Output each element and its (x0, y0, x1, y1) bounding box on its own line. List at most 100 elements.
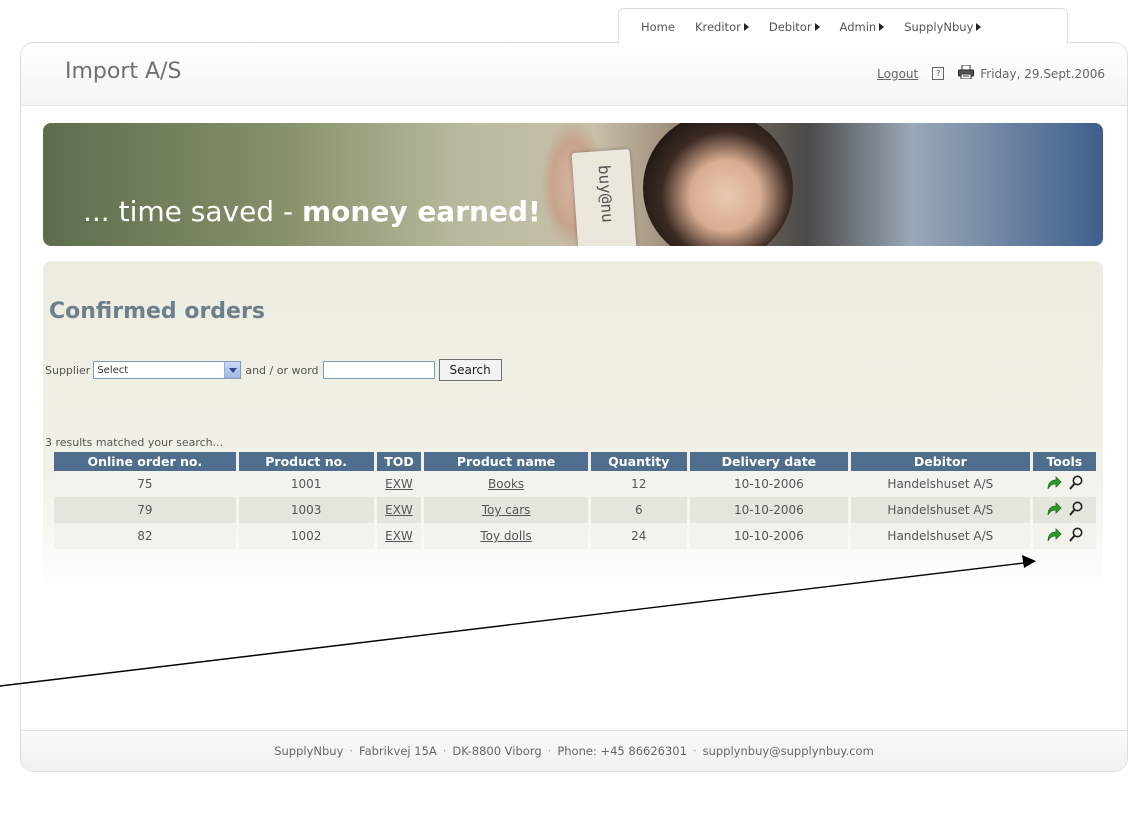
nav-item-supplynbuy[interactable]: SupplyNbuy (904, 19, 982, 34)
nav-item-label: Home (641, 19, 675, 34)
hero-banner: buy@nu ... time saved - money earned! (43, 123, 1103, 246)
word-label: and / or word (245, 363, 319, 377)
quantity-cell: 12 (590, 471, 687, 497)
printer-icon[interactable] (958, 64, 975, 82)
quantity-cell: 24 (590, 523, 687, 549)
footer-phone: Phone: +45 86626301 (557, 744, 687, 758)
content-panel: Confirmed orders Supplier Select and / o… (43, 261, 1103, 601)
tod-cell: EXW (376, 471, 422, 497)
banner-card-image: buy@nu (571, 149, 637, 246)
tod-link[interactable]: EXW (385, 503, 413, 517)
word-search-input[interactable] (322, 361, 435, 379)
magnifier-icon[interactable] (1068, 527, 1083, 545)
main-frame: Import A/S Logout ? Friday, 29.Sept.2006… (20, 42, 1128, 772)
current-date: Friday, 29.Sept.2006 (980, 66, 1105, 81)
footer-email[interactable]: supplynbuy@supplynbuy.com (703, 744, 874, 758)
magnifier-icon[interactable] (1068, 501, 1083, 519)
tools-cell (1032, 497, 1096, 523)
product-name-link[interactable]: Toy dolls (480, 529, 531, 543)
tod-link[interactable]: EXW (385, 477, 413, 491)
logout-link[interactable]: Logout (877, 67, 918, 81)
search-button[interactable]: Search (438, 359, 502, 381)
delivery-date-cell: 10-10-2006 (689, 471, 848, 497)
banner-card-logo: buy@nu (594, 164, 618, 224)
nav-item-label: Kreditor (694, 19, 741, 34)
help-icon[interactable]: ? (932, 67, 945, 80)
banner-slogan: ... time saved - money earned! (83, 195, 541, 228)
banner-slogan-bold: money earned! (301, 195, 541, 228)
nav-item-admin[interactable]: Admin (840, 20, 885, 34)
arrow-right-icon (743, 22, 749, 31)
nav-item-label: SupplyNbuy (904, 19, 974, 34)
footer-company: SupplyNbuy (274, 744, 344, 758)
footer-street: Fabrikvej 15A (359, 744, 437, 758)
debitor-cell: Handelshuset A/S (851, 497, 1030, 523)
product-no-cell: 1002 (238, 523, 374, 549)
column-header[interactable]: TOD (376, 452, 422, 471)
delivery-date-cell: 10-10-2006 (689, 523, 848, 549)
banner-slogan-regular: ... time saved - (83, 195, 302, 228)
footer-separator: · (547, 744, 552, 758)
order-no-cell: 79 (54, 497, 236, 523)
supplier-select[interactable]: Select (93, 361, 242, 379)
footer-city: DK-8800 Viborg (452, 744, 542, 758)
tools-cell (1032, 523, 1096, 549)
column-header[interactable]: Quantity (590, 452, 687, 471)
debitor-cell: Handelshuset A/S (851, 523, 1030, 549)
company-title: Import A/S (65, 59, 182, 84)
page-title: Confirmed orders (49, 299, 265, 324)
top-navigation: Home Kreditor Debitor Admin SupplyNbuy (618, 8, 1068, 44)
search-form: Supplier Select and / or word Search (45, 359, 502, 381)
tools-cell (1032, 471, 1096, 497)
tod-cell: EXW (376, 497, 422, 523)
header-bar: Import A/S Logout ? Friday, 29.Sept.2006 (21, 43, 1127, 106)
quantity-cell: 6 (590, 497, 687, 523)
product-name-cell: Books (424, 471, 588, 497)
supplier-label: Supplier (45, 363, 91, 377)
nav-item-label: Admin (839, 19, 877, 34)
arrow-right-icon (976, 22, 982, 31)
header-tools: Logout ? Friday, 29.Sept.2006 (877, 64, 1105, 82)
tod-link[interactable]: EXW (385, 529, 413, 543)
order-no-cell: 82 (54, 523, 236, 549)
column-header[interactable]: Product no. (238, 452, 374, 471)
supplier-select-value: Select (97, 364, 129, 376)
column-header[interactable]: Delivery date (689, 452, 848, 471)
footer-separator: · (442, 744, 447, 758)
results-summary: 3 results matched your search... (45, 436, 224, 449)
arrow-right-icon (814, 22, 820, 31)
footer-separator: · (349, 744, 354, 758)
footer: SupplyNbuy · Fabrikvej 15A · DK-8800 Vib… (21, 730, 1127, 771)
arrow-right-icon (879, 22, 885, 31)
forward-icon[interactable] (1046, 527, 1062, 545)
debitor-cell: Handelshuset A/S (851, 471, 1030, 497)
nav-item-kreditor[interactable]: Kreditor (695, 20, 749, 34)
tod-cell: EXW (376, 523, 422, 549)
delivery-date-cell: 10-10-2006 (689, 497, 848, 523)
column-header[interactable]: Product name (424, 452, 588, 471)
magnifier-icon[interactable] (1068, 475, 1083, 493)
table-row: 82 1002 EXW Toy dolls 24 10-10-2006 Hand… (54, 523, 1096, 549)
table-row: 75 1001 EXW Books 12 10-10-2006 Handelsh… (54, 471, 1096, 497)
column-header: Tools (1032, 452, 1096, 471)
orders-table: Online order no. Product no. TOD Product… (51, 452, 1099, 549)
footer-separator: · (692, 744, 697, 758)
banner-portrait-image (643, 123, 793, 246)
nav-item-home[interactable]: Home (641, 20, 675, 34)
product-no-cell: 1003 (238, 497, 374, 523)
column-header[interactable]: Debitor (851, 452, 1030, 471)
product-name-cell: Toy dolls (424, 523, 588, 549)
table-row: 79 1003 EXW Toy cars 6 10-10-2006 Handel… (54, 497, 1096, 523)
forward-icon[interactable] (1046, 475, 1062, 493)
nav-item-label: Debitor (768, 19, 812, 34)
select-arrow-icon[interactable] (224, 362, 241, 378)
column-header[interactable]: Online order no. (54, 452, 236, 471)
forward-icon[interactable] (1046, 501, 1062, 519)
order-no-cell: 75 (54, 471, 236, 497)
product-name-link[interactable]: Books (488, 477, 524, 491)
product-name-link[interactable]: Toy cars (482, 503, 531, 517)
nav-item-debitor[interactable]: Debitor (769, 20, 820, 34)
table-header-row: Online order no. Product no. TOD Product… (54, 452, 1096, 471)
product-no-cell: 1001 (238, 471, 374, 497)
product-name-cell: Toy cars (424, 497, 588, 523)
